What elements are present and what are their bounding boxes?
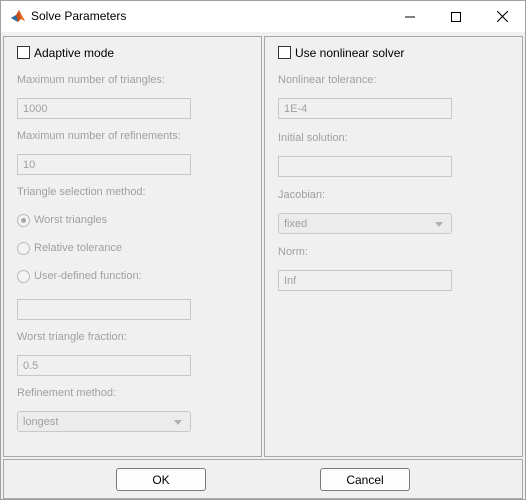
max-triangles-input[interactable]: 1000 <box>17 98 191 119</box>
solve-parameters-dialog: Solve Parameters Adaptive mode Maximum n… <box>0 0 526 500</box>
norm-input[interactable]: Inf <box>278 270 452 291</box>
nonlinear-solver-panel: Use nonlinear solver Nonlinear tolerance… <box>264 36 523 457</box>
cancel-button[interactable]: Cancel <box>320 468 410 491</box>
relative-tolerance-radio[interactable] <box>17 242 30 255</box>
user-function-input[interactable] <box>17 299 191 320</box>
relative-tolerance-label[interactable]: Relative tolerance <box>34 242 122 254</box>
chevron-down-icon <box>174 420 182 425</box>
initial-solution-input[interactable] <box>278 156 452 177</box>
initial-solution-label: Initial solution: <box>278 132 348 144</box>
adaptive-mode-checkbox[interactable] <box>17 46 30 59</box>
close-button[interactable] <box>479 1 525 32</box>
close-icon <box>496 11 508 22</box>
jacobian-value: fixed <box>284 218 308 230</box>
adaptive-mode-panel: Adaptive mode Maximum number of triangle… <box>3 36 262 457</box>
nonlinear-solver-checkbox[interactable] <box>278 46 291 59</box>
worst-fraction-input[interactable]: 0.5 <box>17 355 191 376</box>
jacobian-label: Jacobian: <box>278 189 326 201</box>
nonlinear-tolerance-label: Nonlinear tolerance: <box>278 74 377 86</box>
jacobian-select[interactable]: fixed <box>278 213 452 234</box>
user-defined-function-label[interactable]: User-defined function: <box>34 270 142 282</box>
refinement-method-label: Refinement method: <box>17 387 117 399</box>
worst-fraction-label: Worst triangle fraction: <box>17 331 127 343</box>
refinement-method-value: longest <box>23 416 59 428</box>
max-refinements-label: Maximum number of refinements: <box>17 130 181 142</box>
title-bar[interactable]: Solve Parameters <box>1 1 525 32</box>
worst-triangles-label[interactable]: Worst triangles <box>34 214 107 226</box>
chevron-down-icon <box>435 222 443 227</box>
norm-label: Norm: <box>278 246 308 258</box>
ok-button[interactable]: OK <box>116 468 206 491</box>
max-triangles-label: Maximum number of triangles: <box>17 74 165 86</box>
maximize-icon <box>451 11 461 22</box>
selection-method-label: Triangle selection method: <box>17 186 146 198</box>
nonlinear-tolerance-input[interactable]: 1E-4 <box>278 98 452 119</box>
max-refinements-input[interactable]: 10 <box>17 154 191 175</box>
refinement-method-select[interactable]: longest <box>17 411 191 432</box>
nonlinear-solver-label[interactable]: Use nonlinear solver <box>295 46 404 60</box>
radio-selected-dot <box>21 218 26 223</box>
minimize-icon <box>405 16 415 17</box>
minimize-button[interactable] <box>387 1 433 32</box>
window-title: Solve Parameters <box>31 9 127 23</box>
matlab-icon <box>11 10 25 22</box>
adaptive-mode-label[interactable]: Adaptive mode <box>34 46 114 60</box>
button-bar: OK Cancel <box>3 459 523 499</box>
user-defined-function-radio[interactable] <box>17 270 30 283</box>
maximize-button[interactable] <box>433 1 479 32</box>
worst-triangles-radio[interactable] <box>17 214 30 227</box>
